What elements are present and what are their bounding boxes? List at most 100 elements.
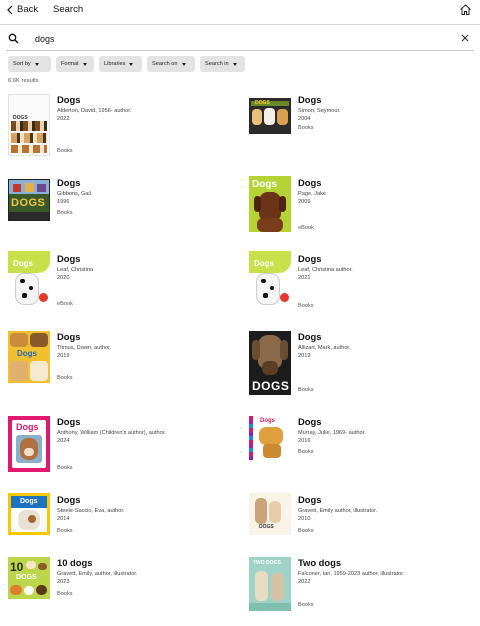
book-format: Books (57, 210, 73, 216)
book-cover[interactable]: TWO DOGS (249, 557, 291, 611)
book-cover[interactable]: Dogs (249, 416, 291, 460)
book-year: 2019 (57, 353, 70, 359)
book-title[interactable]: Dogs (57, 416, 227, 427)
book-year: 2021 (298, 275, 311, 281)
book-author: Gravett, Emily author, illustrator. (298, 508, 378, 514)
result-item[interactable]: Dogs Dogs Leaf, Christina 2020 eBook (8, 251, 228, 317)
book-title[interactable]: Dogs (57, 253, 227, 264)
book-author: Alderton, David, 1956- author. (57, 108, 132, 114)
results-count: 6.6K results (8, 78, 39, 84)
book-title[interactable]: Dogs (57, 494, 227, 505)
book-year: 2020 (57, 275, 70, 281)
book-title[interactable]: Dogs (298, 494, 468, 505)
book-format: Books (298, 602, 314, 608)
book-cover[interactable]: Dogs (8, 416, 50, 472)
chip-label: Format (61, 61, 79, 67)
chevron-left-icon (7, 5, 13, 14)
book-year: 1996 (57, 199, 70, 205)
back-button[interactable]: Back (6, 4, 38, 15)
book-title[interactable]: 10 dogs (57, 557, 227, 568)
book-title[interactable]: Dogs (57, 94, 227, 105)
book-format: Books (57, 528, 73, 534)
result-item[interactable]: Dogs Dogs Page, Jake 2009 eBook (249, 176, 469, 241)
book-cover[interactable]: DOGS (249, 98, 291, 134)
result-item[interactable]: Dogs Dogs Leaf, Christina author. 2021 B… (249, 251, 469, 317)
book-year: 2016 (298, 438, 311, 444)
chip-label: Search on (152, 61, 178, 67)
book-format: eBook (57, 301, 73, 307)
book-format: Books (298, 125, 314, 131)
search-input[interactable] (35, 34, 435, 44)
book-cover[interactable]: DOGS (249, 331, 291, 395)
libraries-dropdown[interactable]: Libraries (99, 56, 142, 72)
book-year: 2022 (57, 116, 70, 122)
book-format: Books (298, 528, 314, 534)
result-item[interactable]: DOGS Dogs Simon, Seymour. 2004 Books (249, 94, 469, 158)
result-item[interactable]: Dogs Dogs Murray, Julie, 1969- author. 2… (249, 416, 469, 480)
book-author: Gravett, Emily, author, illustrator. (57, 571, 138, 577)
result-item[interactable]: TWO DOGS Two dogs Falconer, Ian, 1959-20… (249, 557, 469, 621)
search-icon (8, 33, 19, 44)
book-title[interactable]: Two dogs (298, 557, 468, 568)
close-icon[interactable] (461, 34, 469, 42)
format-dropdown[interactable]: Format (56, 56, 94, 72)
caret-down-icon (232, 62, 237, 66)
result-item[interactable]: Dogs Dogs Steele-Saccio, Eva, author. 20… (8, 493, 228, 558)
book-year: 2014 (57, 516, 70, 522)
book-format: Books (298, 387, 314, 393)
sort-by-dropdown[interactable]: Sort by (8, 56, 51, 72)
book-format: Books (298, 303, 314, 309)
result-item[interactable]: Dogs Dogs Anthony, William (Children's a… (8, 416, 228, 480)
book-cover[interactable]: Dogs (249, 251, 291, 309)
book-format: Books (57, 148, 73, 154)
book-author: Falconer, Ian, 1959-2023 author, illustr… (298, 571, 405, 577)
result-item[interactable]: DOGS Dogs Allizart, Mark, author. 2019 B… (249, 331, 469, 395)
search-in-dropdown[interactable]: Search in (200, 56, 245, 72)
book-year: 2024 (57, 438, 70, 444)
chip-label: Sort by (13, 61, 31, 67)
book-title[interactable]: Dogs (298, 94, 468, 105)
book-author: Leaf, Christina (57, 267, 94, 273)
book-cover[interactable]: Dogs (8, 493, 50, 535)
page-title: Search (53, 4, 84, 15)
book-author: Allizart, Mark, author. (298, 345, 351, 351)
book-title[interactable]: Dogs (298, 253, 468, 264)
book-cover[interactable]: Dogs (8, 331, 50, 383)
book-cover[interactable]: DOGS (249, 493, 291, 535)
result-item[interactable]: DOGS Dogs Gravett, Emily author, illustr… (249, 493, 469, 558)
filter-bar: Sort by Format Libraries Search on Searc… (8, 56, 245, 72)
book-author: Leaf, Christina author. (298, 267, 353, 273)
caret-down-icon (34, 62, 39, 66)
result-item[interactable]: 10 DOGS 10 dogs Gravett, Emily, author, … (8, 557, 228, 621)
chip-label: Search in (205, 61, 229, 67)
book-title[interactable]: Dogs (298, 177, 468, 188)
book-title[interactable]: Dogs (298, 331, 468, 342)
book-cover[interactable]: DOGS (8, 179, 50, 221)
book-author: Steele-Saccio, Eva, author. (57, 508, 125, 514)
book-title[interactable]: Dogs (57, 331, 227, 342)
result-item[interactable]: DOGS Dogs Alderton, David, 1956- author.… (8, 94, 228, 158)
book-year: 2022 (298, 579, 311, 585)
book-title[interactable]: Dogs (57, 177, 227, 188)
chip-label: Libraries (104, 61, 126, 67)
search-bar (6, 29, 474, 51)
result-item[interactable]: Dogs Dogs Titmus, Dawn, author. 2019 Boo… (8, 331, 228, 395)
book-cover[interactable]: DOGS (8, 94, 50, 156)
home-icon[interactable] (459, 3, 472, 16)
book-author: Anthony, William (Children's author), au… (57, 430, 166, 436)
book-year: 2023 (57, 579, 70, 585)
book-cover[interactable]: Dogs (8, 251, 50, 309)
book-year: 2004 (298, 116, 311, 122)
book-author: Gibbons, Gail. (57, 191, 93, 197)
back-label: Back (17, 4, 39, 15)
search-on-dropdown[interactable]: Search on (147, 56, 195, 72)
book-format: Books (57, 591, 73, 597)
book-author: Page, Jake (298, 191, 326, 197)
book-title[interactable]: Dogs (298, 416, 468, 427)
book-author: Titmus, Dawn, author. (57, 345, 112, 351)
book-cover[interactable]: Dogs (249, 176, 291, 232)
result-item[interactable]: DOGS Dogs Gibbons, Gail. 1996 Books (8, 177, 228, 241)
caret-down-icon (181, 62, 186, 66)
book-cover[interactable]: 10 DOGS (8, 557, 50, 599)
book-year: 2009 (298, 199, 311, 205)
